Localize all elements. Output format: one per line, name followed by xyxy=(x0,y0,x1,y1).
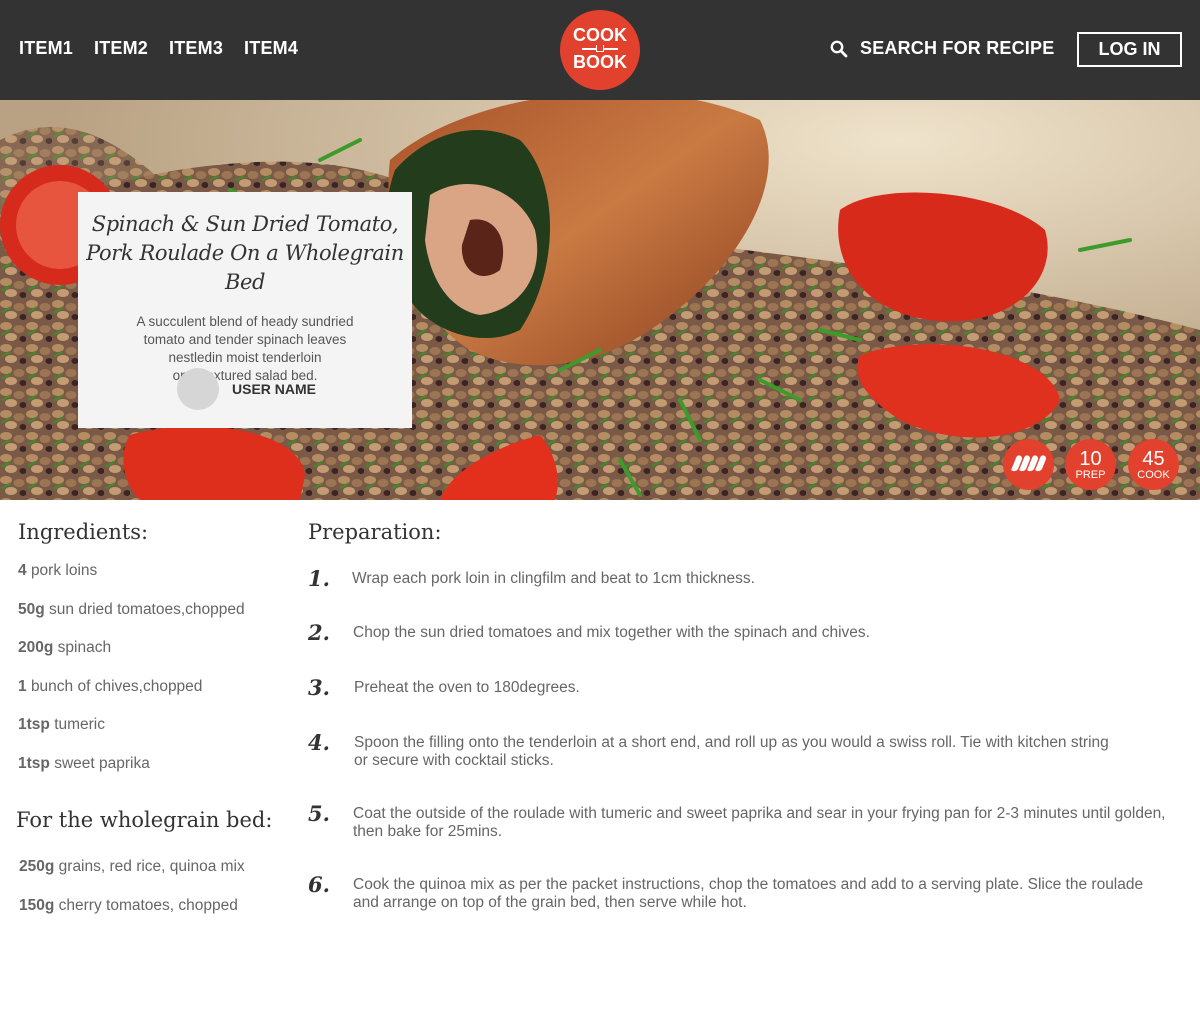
ingredient-name: cherry tomatoes, chopped xyxy=(58,896,238,914)
wholegrain-bed-heading: For the wholegrain bed: xyxy=(16,808,273,832)
logo-text-top: COOK xyxy=(573,25,627,45)
preparation-heading: Preparation: xyxy=(308,520,442,544)
ingredient-qty: 4 xyxy=(18,562,27,579)
ingredient-name: grains, red rice, quinoa mix xyxy=(58,858,245,875)
book-icon xyxy=(560,45,640,53)
ingredient-qty: 250g xyxy=(19,858,55,875)
step-text: Chop the sun dried tomatoes and mix toge… xyxy=(353,624,870,641)
step-number: 1. xyxy=(308,566,330,591)
list-item: 250g grains, red rice, quinoa mix xyxy=(19,858,289,897)
nav-item-4[interactable]: ITEM4 xyxy=(244,38,298,59)
chili-icon xyxy=(1003,454,1054,477)
ingredient-qty: 50g xyxy=(18,600,45,618)
ingredients-list: 4 pork loins 50g sun dried tomatoes,chop… xyxy=(18,562,288,793)
ingredient-name: spinach xyxy=(57,639,112,656)
ingredient-qty: 200g xyxy=(18,639,54,656)
ingredient-qty: 1tsp xyxy=(18,754,50,772)
ingredients-section: Ingredients: 4 pork loins 50g sun dried … xyxy=(16,520,288,914)
logo-text-bottom: BOOK xyxy=(573,52,627,72)
top-navigation-bar: ITEM1 ITEM2 ITEM3 ITEM4 COOK BOOK SEARCH… xyxy=(0,0,1200,100)
nav-item-1[interactable]: ITEM1 xyxy=(19,38,73,59)
list-item: 50g sun dried tomatoes,chopped xyxy=(18,601,288,640)
list-item: 200g spinach xyxy=(18,639,288,678)
list-item: 1tsp sweet paprika xyxy=(18,755,288,794)
ingredient-name: bunch of chives,chopped xyxy=(30,677,203,695)
avatar[interactable] xyxy=(177,368,219,410)
step-text: Coat the outside of the roulade with tum… xyxy=(353,805,1166,840)
search-recipe-button[interactable]: SEARCH FOR RECIPE xyxy=(830,38,1054,59)
list-item: 150g cherry tomatoes, chopped xyxy=(19,897,289,936)
cookbook-logo[interactable]: COOK BOOK xyxy=(560,10,640,90)
wholegrain-bed-list: 250g grains, red rice, quinoa mix 150g c… xyxy=(19,858,289,935)
nav-item-2[interactable]: ITEM2 xyxy=(94,38,148,59)
main-nav: ITEM1 ITEM2 ITEM3 ITEM4 xyxy=(19,38,319,59)
list-item: 1tsp tumeric xyxy=(18,716,288,755)
ingredient-qty: 1 xyxy=(18,677,27,695)
list-item: 4 pork loins xyxy=(18,562,288,601)
step-text: Cook the quinoa mix as per the packet in… xyxy=(353,876,1144,911)
step-number: 2. xyxy=(308,620,330,645)
ingredients-heading: Ingredients: xyxy=(18,520,149,544)
spice-level-badge xyxy=(1003,439,1054,490)
cook-time-label: COOK xyxy=(1137,469,1170,481)
step-number: 5. xyxy=(308,801,330,826)
ingredient-qty: 150g xyxy=(19,896,55,914)
prep-time-badge: 10 PREP xyxy=(1065,439,1116,490)
ingredient-name: tumeric xyxy=(54,716,106,733)
list-item: 1 bunch of chives,chopped xyxy=(18,678,288,717)
cook-time-value: 45 xyxy=(1142,448,1165,470)
prep-time-label: PREP xyxy=(1075,469,1106,481)
step-number: 4. xyxy=(308,730,330,755)
ingredient-name: pork loins xyxy=(30,562,98,579)
search-icon xyxy=(830,40,848,57)
cook-time-badge: 45 COOK xyxy=(1128,439,1179,490)
search-label: SEARCH FOR RECIPE xyxy=(860,38,1055,58)
step-text: Wrap each pork loin in clingfilm and bea… xyxy=(352,570,755,587)
step-number: 6. xyxy=(308,872,330,897)
recipe-card: Spinach & Sun Dried Tomato, Pork Roulade… xyxy=(78,192,412,428)
recipe-title: Spinach & Sun Dried Tomato, Pork Roulade… xyxy=(86,212,404,294)
step-text: Spoon the filling onto the tenderloin at… xyxy=(354,734,1109,769)
user-name[interactable]: USER NAME xyxy=(232,381,316,397)
preparation-section: Preparation: 1. Wrap each pork loin in c… xyxy=(308,520,1188,911)
prep-time-value: 10 xyxy=(1079,448,1102,470)
ingredient-name: sweet paprika xyxy=(54,754,150,772)
step-text: Preheat the oven to 180degrees. xyxy=(354,679,580,696)
ingredient-qty: 1tsp xyxy=(18,716,50,733)
ingredient-name: sun dried tomatoes,chopped xyxy=(49,600,245,618)
author[interactable]: USER NAME xyxy=(177,368,316,410)
step-number: 3. xyxy=(308,675,330,700)
nav-item-3[interactable]: ITEM3 xyxy=(169,38,223,59)
login-button[interactable]: LOG IN xyxy=(1077,32,1182,67)
